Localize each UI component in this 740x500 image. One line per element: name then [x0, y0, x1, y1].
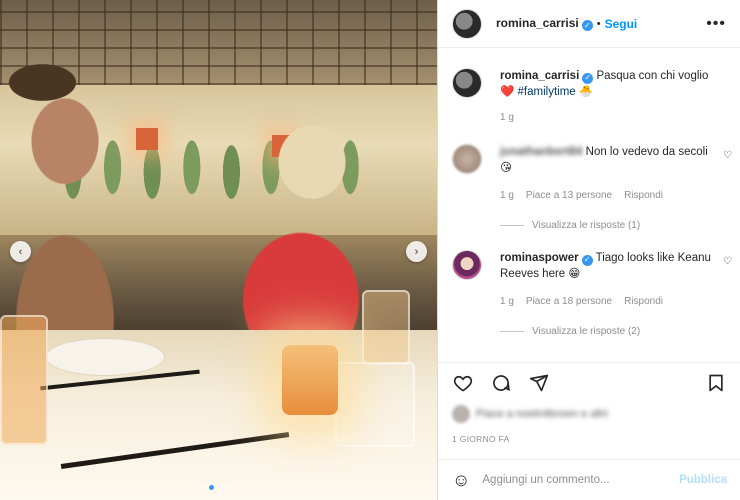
- carousel-dot: [227, 485, 232, 490]
- carousel-prev-button[interactable]: ‹: [10, 241, 31, 262]
- caption-username[interactable]: romina_carrisi: [500, 70, 579, 82]
- publish-button[interactable]: Pubblica: [679, 474, 727, 486]
- hashtag-link[interactable]: #familytime: [518, 86, 576, 98]
- view-replies-label[interactable]: Visualizza le risposte (2): [532, 326, 640, 337]
- comment-time[interactable]: 1 g: [500, 190, 514, 201]
- verified-badge-icon: ✓: [581, 20, 593, 31]
- comment-body: rominaspower ✓ Tiago looks like Keanu Ree…: [500, 250, 720, 282]
- kiss-emoji: 😘: [500, 162, 512, 174]
- header-username[interactable]: romina_carrisi ✓: [496, 16, 593, 31]
- carousel-dot: [218, 485, 223, 490]
- comment-body: jonathanbert84 Non lo vedevo da secoli 😘: [500, 144, 720, 176]
- header-separator: •: [596, 17, 601, 30]
- caption-body: romina_carrisi ✓ Pasqua con chi voglio ❤️…: [500, 68, 720, 100]
- heart-icon[interactable]: [452, 372, 474, 394]
- comment-meta: 1 g Piace a 18 persone Rispondi: [500, 296, 663, 307]
- more-options-icon[interactable]: •••: [706, 15, 726, 33]
- post-actions: [438, 362, 740, 402]
- carousel-indicator: [200, 485, 232, 490]
- verified-badge-icon: ✓: [581, 254, 593, 266]
- grin-emoji: 😁: [568, 268, 581, 280]
- replies-divider: [500, 225, 524, 226]
- chevron-right-icon: ›: [414, 245, 419, 258]
- post-header: romina_carrisi ✓ • Segui •••: [438, 0, 740, 48]
- photo-person-hair: [0, 55, 90, 110]
- carousel-dot-active: [209, 485, 214, 490]
- heart-emoji: ❤️: [500, 86, 515, 98]
- follow-button[interactable]: Segui: [605, 17, 638, 31]
- comment-input[interactable]: [482, 474, 668, 486]
- share-icon[interactable]: [528, 372, 550, 394]
- caption-time[interactable]: 1 g: [500, 112, 514, 123]
- emoji-icon[interactable]: ☺: [452, 470, 470, 491]
- comment-text: Non lo vedevo da secoli: [585, 146, 708, 158]
- photo-candle: [282, 345, 338, 415]
- like-comment-icon[interactable]: ♡: [723, 150, 732, 161]
- comment-username[interactable]: jonathanbert84: [500, 146, 582, 158]
- verified-badge-icon: ✓: [582, 72, 594, 84]
- chick-emoji: 🐣: [578, 86, 594, 98]
- likes-summary-text[interactable]: Piace a noelmlbrown e altri: [476, 408, 608, 420]
- avatar[interactable]: [452, 250, 482, 280]
- carousel-next-button[interactable]: ›: [406, 241, 427, 262]
- comment-time[interactable]: 1 g: [500, 296, 514, 307]
- photo-glass: [335, 362, 415, 447]
- chevron-left-icon: ‹: [18, 245, 23, 258]
- carousel-dot: [200, 485, 205, 490]
- instagram-post: ‹ › romina_carrisi ✓ • Segui ••• romina_c…: [0, 0, 740, 500]
- reply-button[interactable]: Rispondi: [624, 296, 663, 307]
- add-comment-bar: ☺ Pubblica: [438, 459, 740, 500]
- comment-likes[interactable]: Piace a 18 persone: [526, 296, 612, 307]
- like-comment-icon[interactable]: ♡: [723, 256, 732, 267]
- reply-button[interactable]: Rispondi: [624, 190, 663, 201]
- post-sidebar: romina_carrisi ✓ • Segui ••• romina_carri…: [437, 0, 740, 500]
- photo-glass: [0, 315, 48, 445]
- photo-glass: [362, 290, 410, 365]
- view-replies-label[interactable]: Visualizza le risposte (1): [532, 220, 640, 231]
- avatar: [452, 405, 470, 423]
- replies-divider: [500, 331, 524, 332]
- comment-likes[interactable]: Piace a 13 persone: [526, 190, 612, 201]
- avatar[interactable]: [452, 68, 482, 98]
- likes-summary[interactable]: Piace a noelmlbrown e altri: [452, 404, 732, 424]
- comment-meta: 1 g Piace a 13 persone Rispondi: [500, 190, 663, 201]
- bookmark-icon[interactable]: [705, 372, 727, 394]
- comments-list: romina_carrisi ✓ Pasqua con chi voglio ❤️…: [438, 58, 740, 358]
- caption-text: Pasqua con chi voglio: [596, 70, 709, 82]
- view-replies-button[interactable]: Visualizza le risposte (2): [500, 326, 640, 337]
- header-username-text[interactable]: romina_carrisi: [496, 16, 579, 30]
- post-photo[interactable]: ‹ ›: [0, 0, 437, 500]
- comment-username[interactable]: rominaspower: [500, 252, 579, 264]
- view-replies-button[interactable]: Visualizza le risposte (1): [500, 220, 640, 231]
- caption-meta: 1 g: [500, 112, 514, 123]
- post-date[interactable]: 1 GIORNO FA: [452, 434, 510, 444]
- comment-icon[interactable]: [490, 372, 512, 394]
- avatar[interactable]: [452, 144, 482, 174]
- avatar[interactable]: [452, 8, 482, 39]
- photo-plate: [45, 338, 165, 376]
